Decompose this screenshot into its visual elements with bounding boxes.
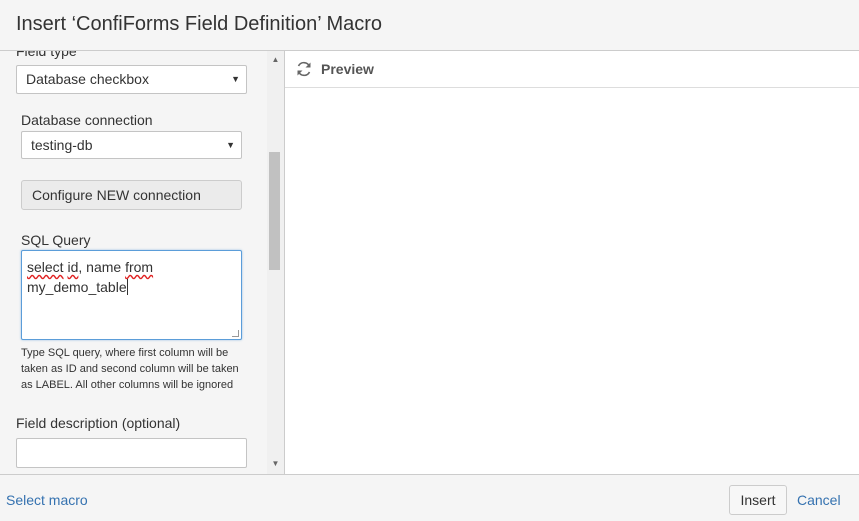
sql-word-id: id xyxy=(67,259,79,275)
macro-parameters-panel: Field type Database checkbox ▼ Database … xyxy=(0,51,285,474)
dialog-title: Insert ‘ConfiForms Field Definition’ Mac… xyxy=(16,13,383,35)
field-type-select[interactable]: Database checkbox ▼ xyxy=(16,65,247,94)
sql-query-textarea[interactable]: select id, name from my_demo_table xyxy=(21,250,242,340)
dialog-header: Insert ‘ConfiForms Field Definition’ Mac… xyxy=(0,0,859,51)
cancel-link[interactable]: Cancel xyxy=(797,492,841,508)
scrollbar-thumb[interactable] xyxy=(269,152,280,270)
field-type-value: Database checkbox xyxy=(26,71,149,87)
sql-line-2: my_demo_table xyxy=(27,277,236,297)
field-type-label: Field type xyxy=(16,51,77,59)
db-connection-value: testing-db xyxy=(31,137,93,153)
insert-button[interactable]: Insert xyxy=(729,485,787,515)
select-macro-link[interactable]: Select macro xyxy=(6,492,88,508)
field-description-label: Field description (optional) xyxy=(16,415,181,431)
sql-line-1: select id, name from xyxy=(27,257,236,277)
field-description-input[interactable] xyxy=(16,438,247,468)
scroll-up-icon[interactable]: ▲ xyxy=(267,52,284,68)
dialog-footer: Select macro Insert Cancel xyxy=(0,474,859,521)
scrollbar[interactable]: ▲ ▼ xyxy=(267,51,284,474)
text-cursor xyxy=(126,279,128,295)
scroll-down-icon[interactable]: ▼ xyxy=(267,456,284,472)
refresh-icon[interactable] xyxy=(295,60,313,78)
preview-label: Preview xyxy=(321,61,374,77)
preview-header: Preview xyxy=(285,51,859,88)
db-connection-select[interactable]: testing-db ▼ xyxy=(21,131,242,159)
sql-query-label: SQL Query xyxy=(21,232,91,248)
sql-word-select: select xyxy=(27,259,64,275)
sql-help-text: Type SQL query, where first column will … xyxy=(21,347,239,391)
configure-connection-button[interactable]: Configure NEW connection xyxy=(21,180,242,210)
sql-word-from: from xyxy=(125,259,154,275)
resize-handle-icon[interactable] xyxy=(232,330,239,337)
chevron-down-icon: ▼ xyxy=(231,74,240,84)
db-connection-label: Database connection xyxy=(21,112,153,128)
preview-panel: Preview xyxy=(285,51,859,474)
chevron-down-icon: ▼ xyxy=(226,140,235,150)
sql-line-2-text: my_demo_table xyxy=(27,279,127,295)
sql-word-name: , name xyxy=(78,259,126,275)
